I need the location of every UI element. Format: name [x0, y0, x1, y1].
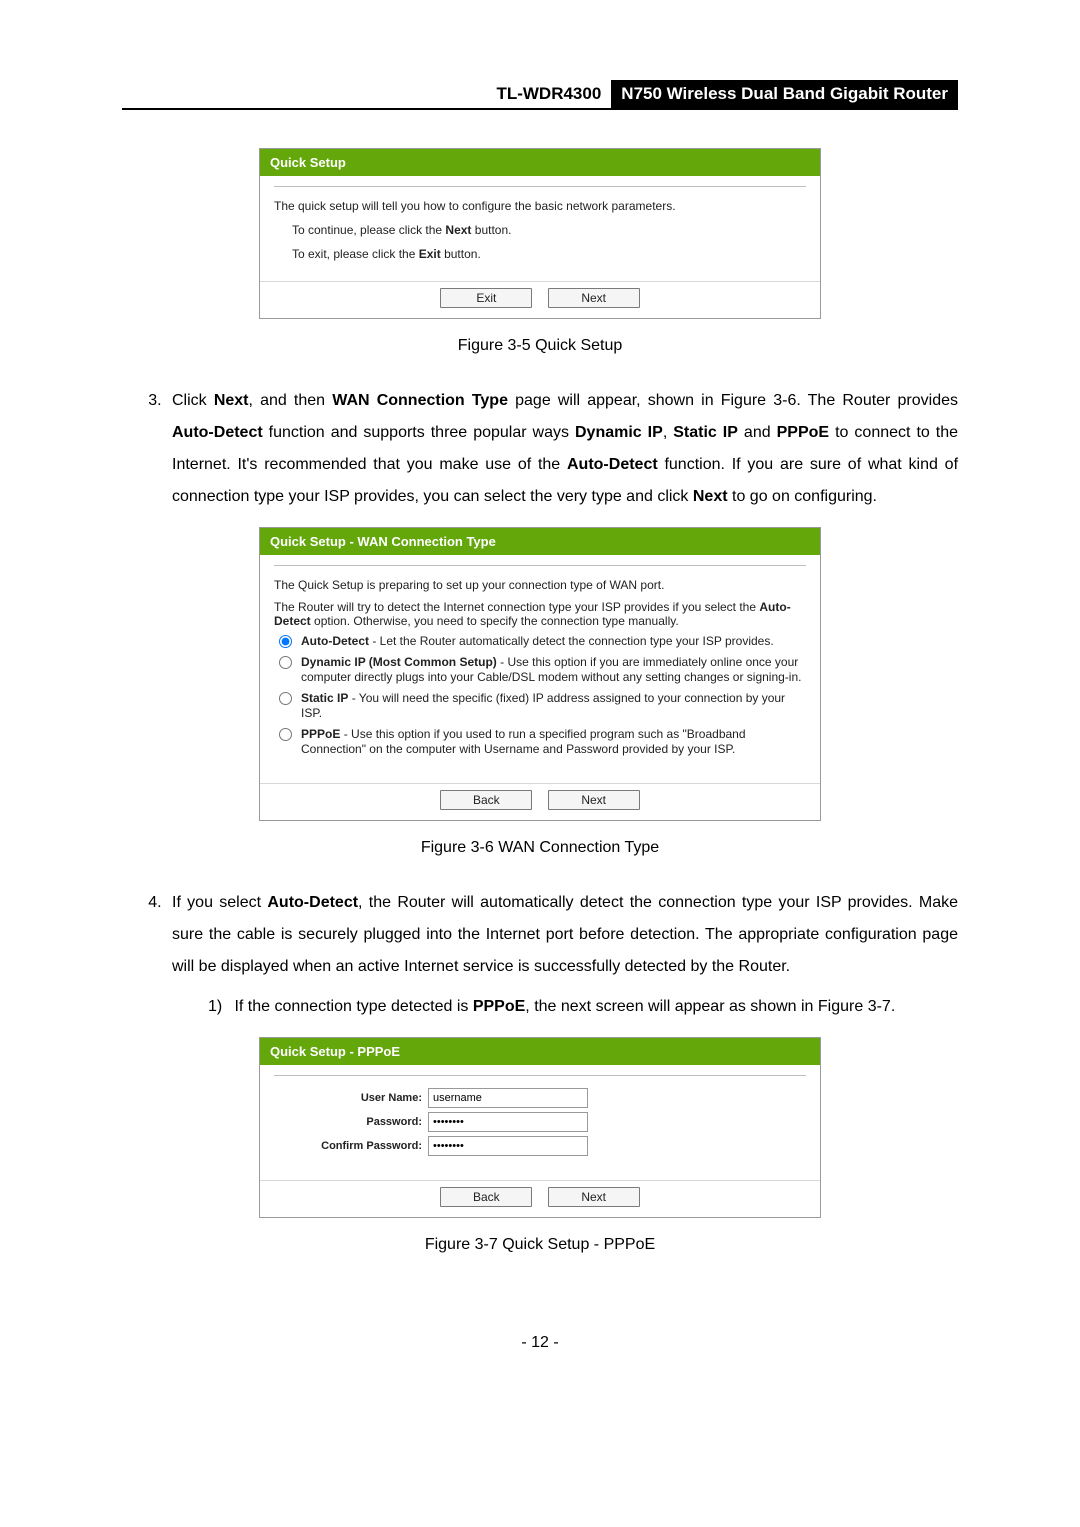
- step-4-1: 1) If the connection type detected is PP…: [208, 991, 958, 1023]
- password-input[interactable]: [428, 1112, 588, 1132]
- password-row: Password:: [274, 1112, 806, 1132]
- username-row: User Name:: [274, 1088, 806, 1108]
- next-button[interactable]: Next: [548, 1187, 640, 1207]
- radio-dynamic-ip[interactable]: [279, 656, 292, 669]
- model-label: TL-WDR4300: [492, 80, 609, 108]
- back-button[interactable]: Back: [440, 790, 532, 810]
- radio-pppoe[interactable]: [279, 728, 292, 741]
- step-4: If you select Auto-Detect, the Router wi…: [166, 887, 958, 1023]
- next-button[interactable]: Next: [548, 288, 640, 308]
- button-bar: Back Next: [260, 783, 820, 820]
- confirm-password-label: Confirm Password:: [274, 1140, 428, 1152]
- figure-caption: Figure 3-5 Quick Setup: [122, 337, 958, 355]
- step-list: If you select Auto-Detect, the Router wi…: [122, 887, 958, 1023]
- username-label: User Name:: [274, 1092, 428, 1104]
- document-page: TL-WDR4300 N750 Wireless Dual Band Gigab…: [0, 0, 1080, 1392]
- panel-title: Quick Setup - PPPoE: [260, 1038, 820, 1065]
- radio-auto-detect[interactable]: [279, 635, 292, 648]
- panel-text: The Quick Setup is preparing to set up y…: [274, 578, 806, 592]
- panel-title: Quick Setup - WAN Connection Type: [260, 528, 820, 555]
- page-number: - 12 -: [122, 1334, 958, 1352]
- option-auto-detect[interactable]: Auto-Detect - Let the Router automatical…: [274, 634, 806, 649]
- step-list: Click Next, and then WAN Connection Type…: [122, 385, 958, 513]
- username-input[interactable]: [428, 1088, 588, 1108]
- figure-caption: Figure 3-7 Quick Setup - PPPoE: [122, 1236, 958, 1254]
- quick-setup-panel: Quick Setup The quick setup will tell yo…: [259, 148, 821, 319]
- confirm-password-input[interactable]: [428, 1136, 588, 1156]
- button-bar: Exit Next: [260, 281, 820, 318]
- panel-text: The Router will try to detect the Intern…: [274, 600, 806, 628]
- page-header: TL-WDR4300 N750 Wireless Dual Band Gigab…: [122, 80, 958, 108]
- option-dynamic-ip[interactable]: Dynamic IP (Most Common Setup) - Use thi…: [274, 655, 806, 685]
- step-3: Click Next, and then WAN Connection Type…: [166, 385, 958, 513]
- next-button[interactable]: Next: [548, 790, 640, 810]
- product-label: N750 Wireless Dual Band Gigabit Router: [611, 80, 958, 108]
- header-rule: [122, 108, 958, 110]
- panel-text: To continue, please click the Next butto…: [274, 223, 806, 237]
- pppoe-panel: Quick Setup - PPPoE User Name: Password:…: [259, 1037, 821, 1218]
- option-pppoe[interactable]: PPPoE - Use this option if you used to r…: [274, 727, 806, 757]
- wan-connection-panel: Quick Setup - WAN Connection Type The Qu…: [259, 527, 821, 821]
- panel-text: The quick setup will tell you how to con…: [274, 199, 806, 213]
- button-bar: Back Next: [260, 1180, 820, 1217]
- back-button[interactable]: Back: [440, 1187, 532, 1207]
- exit-button[interactable]: Exit: [440, 288, 532, 308]
- password-label: Password:: [274, 1116, 428, 1128]
- figure-caption: Figure 3-6 WAN Connection Type: [122, 839, 958, 857]
- option-static-ip[interactable]: Static IP - You will need the specific (…: [274, 691, 806, 721]
- radio-static-ip[interactable]: [279, 692, 292, 705]
- panel-text: To exit, please click the Exit button.: [274, 247, 806, 261]
- confirm-password-row: Confirm Password:: [274, 1136, 806, 1156]
- sub-step-list: 1) If the connection type detected is PP…: [172, 991, 958, 1023]
- panel-title: Quick Setup: [260, 149, 820, 176]
